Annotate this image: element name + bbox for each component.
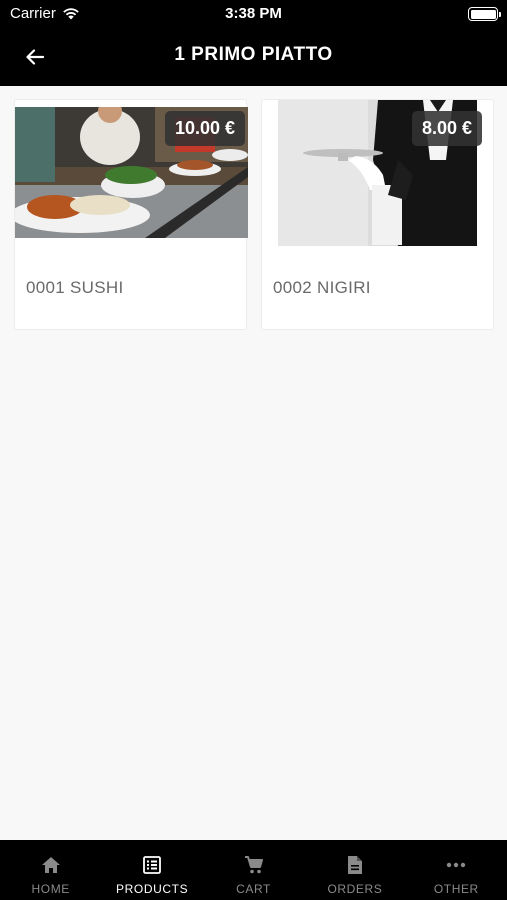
page-title: 1 PRIMO PIATTO xyxy=(174,44,333,65)
tab-label: CART xyxy=(236,882,271,896)
tab-label: OTHER xyxy=(433,882,479,896)
product-card[interactable]: 8.00 € 0002 NIGIRI xyxy=(261,99,494,330)
cart-icon xyxy=(243,854,265,876)
battery-icon xyxy=(468,7,501,21)
more-icon xyxy=(445,854,467,876)
product-card[interactable]: 10.00 € 0001 SUSHI xyxy=(14,99,248,330)
document-icon xyxy=(344,854,366,876)
tab-cart[interactable]: CART xyxy=(203,840,304,900)
tab-orders[interactable]: ORDERS xyxy=(304,840,405,900)
product-name: 0002 NIGIRI xyxy=(273,278,371,297)
tab-products[interactable]: PRODUCTS xyxy=(101,840,202,900)
home-icon xyxy=(40,854,62,876)
app-header: 1 PRIMO PIATTO xyxy=(0,28,507,86)
bottom-tab-bar: HOME PRODUCTS CART ORDERS OTHER xyxy=(0,840,507,900)
tab-label: ORDERS xyxy=(327,882,383,896)
tab-home[interactable]: HOME xyxy=(0,840,101,900)
price-badge: 8.00 € xyxy=(411,111,482,146)
clock: 3:38 PM xyxy=(225,5,282,22)
product-name: 0001 SUSHI xyxy=(26,278,124,297)
list-icon xyxy=(141,854,163,876)
status-bar: Carrier 3:38 PM xyxy=(0,0,507,28)
price-badge: 10.00 € xyxy=(164,111,245,146)
product-grid: 10.00 € 0001 SUSHI 8.00 € 0002 NIGIRI xyxy=(14,99,494,330)
tab-label: HOME xyxy=(31,882,70,896)
tab-label: PRODUCTS xyxy=(116,882,189,896)
tab-other[interactable]: OTHER xyxy=(406,840,507,900)
